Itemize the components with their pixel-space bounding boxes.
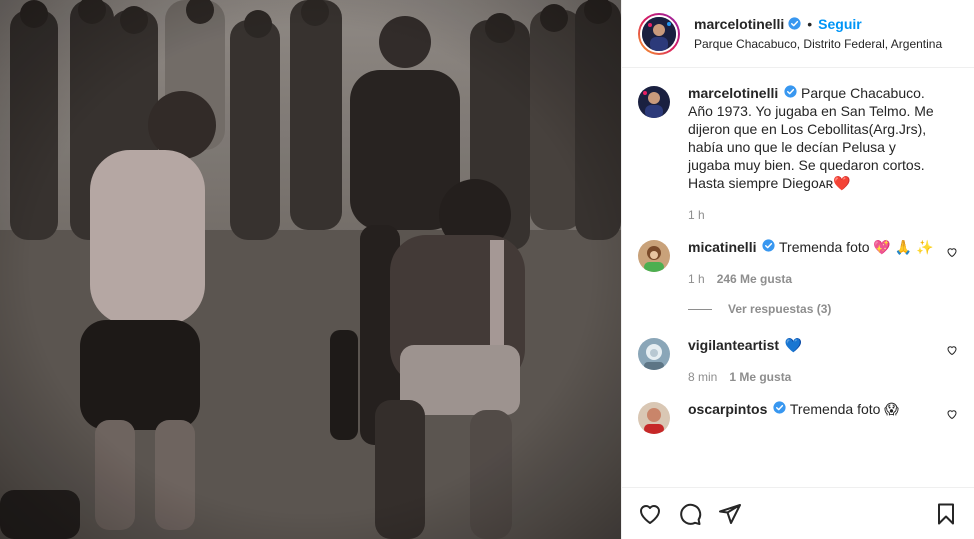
comment-avatar[interactable]: [638, 402, 670, 434]
caption-time[interactable]: 1 h: [688, 206, 705, 224]
comment-item: vigilanteartist 💙 8 min 1 Me gusta: [638, 336, 958, 386]
like-comment-heart-icon[interactable]: [946, 344, 958, 356]
share-paper-plane-icon[interactable]: [718, 502, 742, 526]
post-sidebar: marcelotinelli • Seguir Parque Chacabuco…: [621, 0, 974, 539]
like-comment-heart-icon[interactable]: [946, 246, 958, 258]
location-link[interactable]: Parque Chacabuco, Distrito Federal, Arge…: [694, 35, 942, 53]
comment-likes[interactable]: 1 Me gusta: [729, 368, 791, 386]
story-ring[interactable]: [638, 12, 680, 55]
instagram-post: marcelotinelli • Seguir Parque Chacabuco…: [0, 0, 974, 539]
caption-username[interactable]: marcelotinelli: [688, 85, 778, 101]
like-comment-heart-icon[interactable]: [946, 408, 958, 420]
post-photo[interactable]: [0, 0, 621, 539]
comment-username[interactable]: oscarpintos: [688, 401, 767, 417]
comment-avatar[interactable]: [638, 240, 670, 272]
comment-time[interactable]: 1 h: [688, 270, 705, 288]
comment-item: oscarpintos Tremenda foto 😱: [638, 400, 958, 434]
view-replies-label: Ver respuestas (3): [728, 302, 832, 316]
view-replies-button[interactable]: Ver respuestas (3): [688, 302, 958, 316]
comment-bubble-icon[interactable]: [678, 502, 702, 526]
caption: marcelotinelli Parque Chacabuco. Año 197…: [638, 84, 958, 224]
verified-badge-icon: [784, 85, 797, 98]
follow-button[interactable]: Seguir: [818, 15, 862, 33]
verified-badge-icon: [762, 239, 775, 252]
post-header: marcelotinelli • Seguir Parque Chacabuco…: [622, 0, 974, 68]
comment-item: micatinelli Tremenda foto 💖 🙏 ✨ 1 h 246 …: [638, 238, 958, 288]
comment-text: 💙: [784, 337, 803, 353]
comment-text: Tremenda foto 💖 🙏 ✨: [779, 239, 934, 255]
comment-text: Tremenda foto 😱: [789, 401, 899, 417]
comment-avatar[interactable]: [638, 338, 670, 370]
avatar: [640, 14, 678, 53]
comments-list: marcelotinelli Parque Chacabuco. Año 197…: [622, 68, 974, 487]
header-username[interactable]: marcelotinelli: [694, 15, 784, 33]
verified-badge-icon: [773, 401, 786, 414]
like-heart-icon[interactable]: [638, 502, 662, 526]
comment-username[interactable]: vigilanteartist: [688, 337, 779, 353]
comment-username[interactable]: micatinelli: [688, 239, 756, 255]
separator-dot: •: [807, 15, 813, 32]
comment-time[interactable]: 8 min: [688, 368, 717, 386]
replies-line: [688, 308, 712, 310]
comment-likes[interactable]: 246 Me gusta: [717, 270, 792, 288]
verified-badge-icon: [788, 17, 801, 30]
vintage-football-photo: [0, 0, 621, 539]
save-bookmark-icon[interactable]: [934, 502, 958, 526]
post-actions-bar: [622, 487, 974, 539]
caption-avatar[interactable]: [638, 86, 670, 118]
